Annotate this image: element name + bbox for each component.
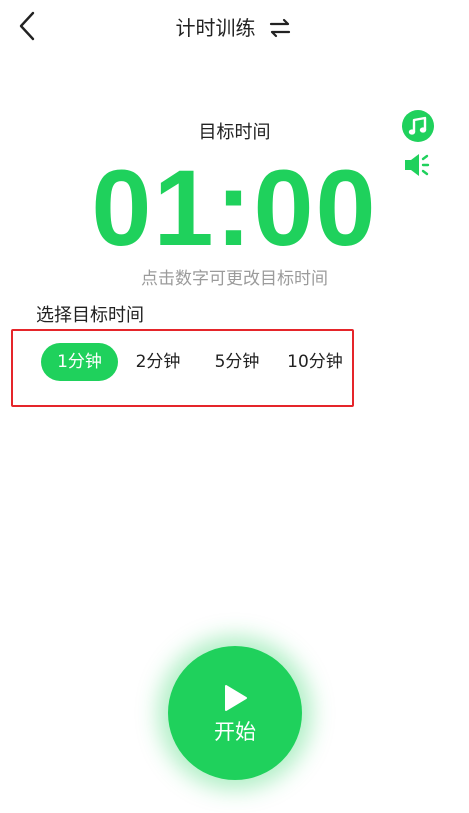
target-options-group: 1分钟 2分钟 5分钟 10分钟 — [11, 329, 354, 407]
timer-hint: 点击数字可更改目标时间 — [141, 269, 328, 289]
switch-mode-button[interactable] — [266, 14, 294, 42]
select-target-label: 选择目标时间 — [36, 305, 144, 326]
timer-display[interactable]: 01:00 — [0, 148, 469, 268]
option-1-minute[interactable]: 1分钟 — [41, 343, 118, 381]
page-title: 计时训练 — [175, 16, 256, 40]
top-bar: 计时训练 — [0, 0, 469, 56]
start-button[interactable]: 开始 — [168, 646, 302, 780]
play-icon — [225, 685, 247, 711]
start-button-label: 开始 — [214, 720, 256, 744]
option-5-minutes[interactable]: 5分钟 — [206, 343, 268, 381]
swap-icon — [269, 18, 290, 38]
target-time-label: 目标时间 — [198, 122, 271, 143]
option-2-minutes[interactable]: 2分钟 — [127, 343, 189, 381]
option-10-minutes[interactable]: 10分钟 — [280, 343, 350, 381]
page-title-row: 计时训练 — [0, 14, 469, 42]
